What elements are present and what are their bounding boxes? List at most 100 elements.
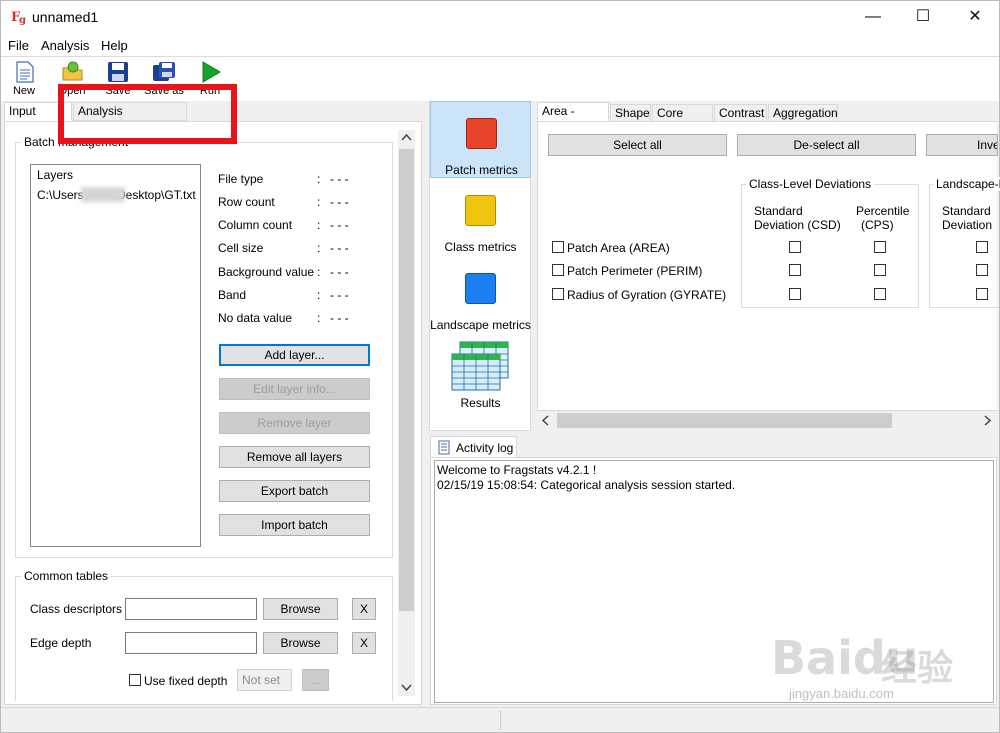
results-table-icon — [451, 341, 509, 391]
maximize-button[interactable]: ☐ — [903, 5, 943, 29]
metric-gyrate-cps-checkbox[interactable] — [874, 288, 886, 300]
add-layer-button[interactable]: Add layer... — [219, 344, 370, 366]
menu-help[interactable]: Help — [101, 38, 128, 53]
metric-area-cps-checkbox[interactable] — [874, 241, 886, 253]
prop-value-background-value: - - - — [330, 265, 349, 279]
app-window: F g unnamed1 — ☐ ✕ File Analysis Help Ne… — [0, 0, 1000, 733]
landscape-deviations-title: Landscape-l — [933, 177, 1000, 191]
metric-area-csd-checkbox[interactable] — [789, 241, 801, 253]
invert-selection-button[interactable]: Inve — [926, 134, 998, 156]
landscape-deviations-group — [929, 184, 999, 308]
activity-log-tab[interactable]: Activity log — [430, 436, 517, 458]
scroll-left-icon[interactable] — [541, 415, 551, 426]
log-line: 02/15/19 15:08:54: Categorical analysis … — [437, 478, 736, 492]
status-bar-divider — [500, 710, 501, 730]
class-descriptors-label: Class descriptors — [30, 602, 123, 616]
remove-layer-button[interactable]: Remove layer — [219, 412, 370, 434]
patch-metrics-icon — [466, 118, 497, 149]
class-descriptors-clear-button[interactable]: X — [352, 598, 376, 620]
menu-file[interactable]: File — [8, 38, 29, 53]
remove-all-layers-button[interactable]: Remove all layers — [219, 446, 370, 468]
nav-results[interactable]: Results — [430, 335, 531, 412]
window-title: unnamed1 — [32, 9, 99, 25]
prop-label-band: Band — [218, 288, 247, 302]
prop-colon: : — [317, 265, 321, 279]
watermark-text-1: Bai — [771, 631, 853, 685]
prop-colon: : — [317, 311, 321, 325]
edge-depth-browse-button[interactable]: Browse — [263, 632, 338, 654]
metric-perim-csd-checkbox[interactable] — [789, 264, 801, 276]
prop-colon: : — [317, 288, 321, 302]
metric-perim-cps-checkbox[interactable] — [874, 264, 886, 276]
land-std-header-line2: Deviation — [942, 218, 993, 232]
menu-analysis[interactable]: Analysis — [41, 38, 89, 53]
toolbar-new-label: New — [12, 85, 35, 97]
fixed-depth-picker-button[interactable]: ... — [302, 669, 329, 691]
metric-area-checkbox[interactable] — [552, 241, 564, 253]
prop-value-band: - - - — [330, 288, 349, 302]
title-bar — [1, 1, 999, 34]
prop-label-column-count: Column count — [218, 218, 293, 232]
close-button[interactable]: ✕ — [955, 5, 995, 29]
save-disk-icon — [108, 62, 128, 82]
csd-header-line2: Deviation (CSD) — [754, 218, 841, 232]
minimize-button[interactable]: — — [853, 5, 893, 29]
nav-patch-metrics[interactable]: Patch metrics — [430, 101, 531, 178]
fixed-depth-value[interactable]: Not set — [237, 669, 292, 691]
metric-gyrate-checkbox[interactable] — [552, 288, 564, 300]
edge-depth-label: Edge depth — [30, 636, 92, 650]
tab-area-edge[interactable]: Area - Edge — [537, 102, 609, 135]
use-fixed-depth-checkbox[interactable] — [129, 674, 141, 686]
prop-value-cell-size: - - - — [330, 241, 349, 255]
nav-class-metrics-label: Class metrics — [444, 240, 517, 254]
nav-class-metrics[interactable]: Class metrics — [430, 179, 531, 256]
prop-colon: : — [317, 195, 321, 209]
log-document-icon — [438, 440, 450, 455]
menu-bar — [1, 34, 999, 57]
redacted-username — [81, 187, 125, 202]
nav-results-label: Results — [460, 396, 501, 410]
app-logo-icon: F g — [11, 10, 26, 25]
deselect-all-button[interactable]: De-select all — [737, 134, 916, 156]
metric-gyrate-csd-checkbox[interactable] — [789, 288, 801, 300]
layers-list[interactable] — [30, 164, 201, 547]
svg-text:g: g — [19, 15, 26, 25]
scroll-down-icon[interactable] — [401, 682, 412, 692]
prop-label-background-value: Background value — [218, 265, 315, 279]
class-descriptors-input[interactable] — [125, 598, 257, 620]
metric-area-land-checkbox[interactable] — [976, 241, 988, 253]
run-play-icon — [202, 61, 221, 83]
metric-perim-checkbox[interactable] — [552, 264, 564, 276]
prop-value-row-count: - - - — [330, 195, 349, 209]
open-folder-icon — [62, 61, 83, 81]
cps-header-line2: (CPS) — [861, 218, 894, 232]
scroll-up-icon[interactable] — [401, 133, 412, 143]
class-deviations-title: Class-Level Deviations — [746, 177, 875, 191]
edge-depth-input[interactable] — [125, 632, 257, 654]
prop-value-file-type: - - - — [330, 172, 349, 186]
nav-landscape-metrics-label: Landscape metrics — [430, 318, 531, 332]
metric-area-label: Patch Area (AREA) — [567, 241, 670, 255]
red-annotation-box — [58, 84, 237, 144]
export-batch-button[interactable]: Export batch — [219, 480, 370, 502]
metric-h-scrollbar-thumb[interactable] — [557, 413, 892, 428]
csd-header-line1: Standard — [754, 204, 803, 218]
prop-colon: : — [317, 218, 321, 232]
class-descriptors-browse-button[interactable]: Browse — [263, 598, 338, 620]
nav-landscape-metrics[interactable]: Landscape metrics — [430, 257, 531, 334]
cps-header-line1: Percentile — [856, 204, 910, 218]
land-std-header-line1: Standard — [942, 204, 991, 218]
left-scrollbar-thumb[interactable] — [399, 149, 414, 611]
toolbar-new-button[interactable]: New — [4, 59, 44, 99]
select-all-button[interactable]: Select all — [548, 134, 727, 156]
metric-gyrate-land-checkbox[interactable] — [976, 288, 988, 300]
scroll-right-icon[interactable] — [982, 415, 992, 426]
landscape-metrics-icon — [465, 273, 496, 304]
nav-patch-metrics-label: Patch metrics — [445, 163, 518, 177]
import-batch-button[interactable]: Import batch — [219, 514, 370, 536]
log-line: Welcome to Fragstats v4.2.1 ! — [437, 463, 597, 477]
edge-depth-clear-button[interactable]: X — [352, 632, 376, 654]
class-metrics-icon — [465, 195, 496, 226]
edit-layer-info-button[interactable]: Edit layer info... — [219, 378, 370, 400]
metric-perim-land-checkbox[interactable] — [976, 264, 988, 276]
